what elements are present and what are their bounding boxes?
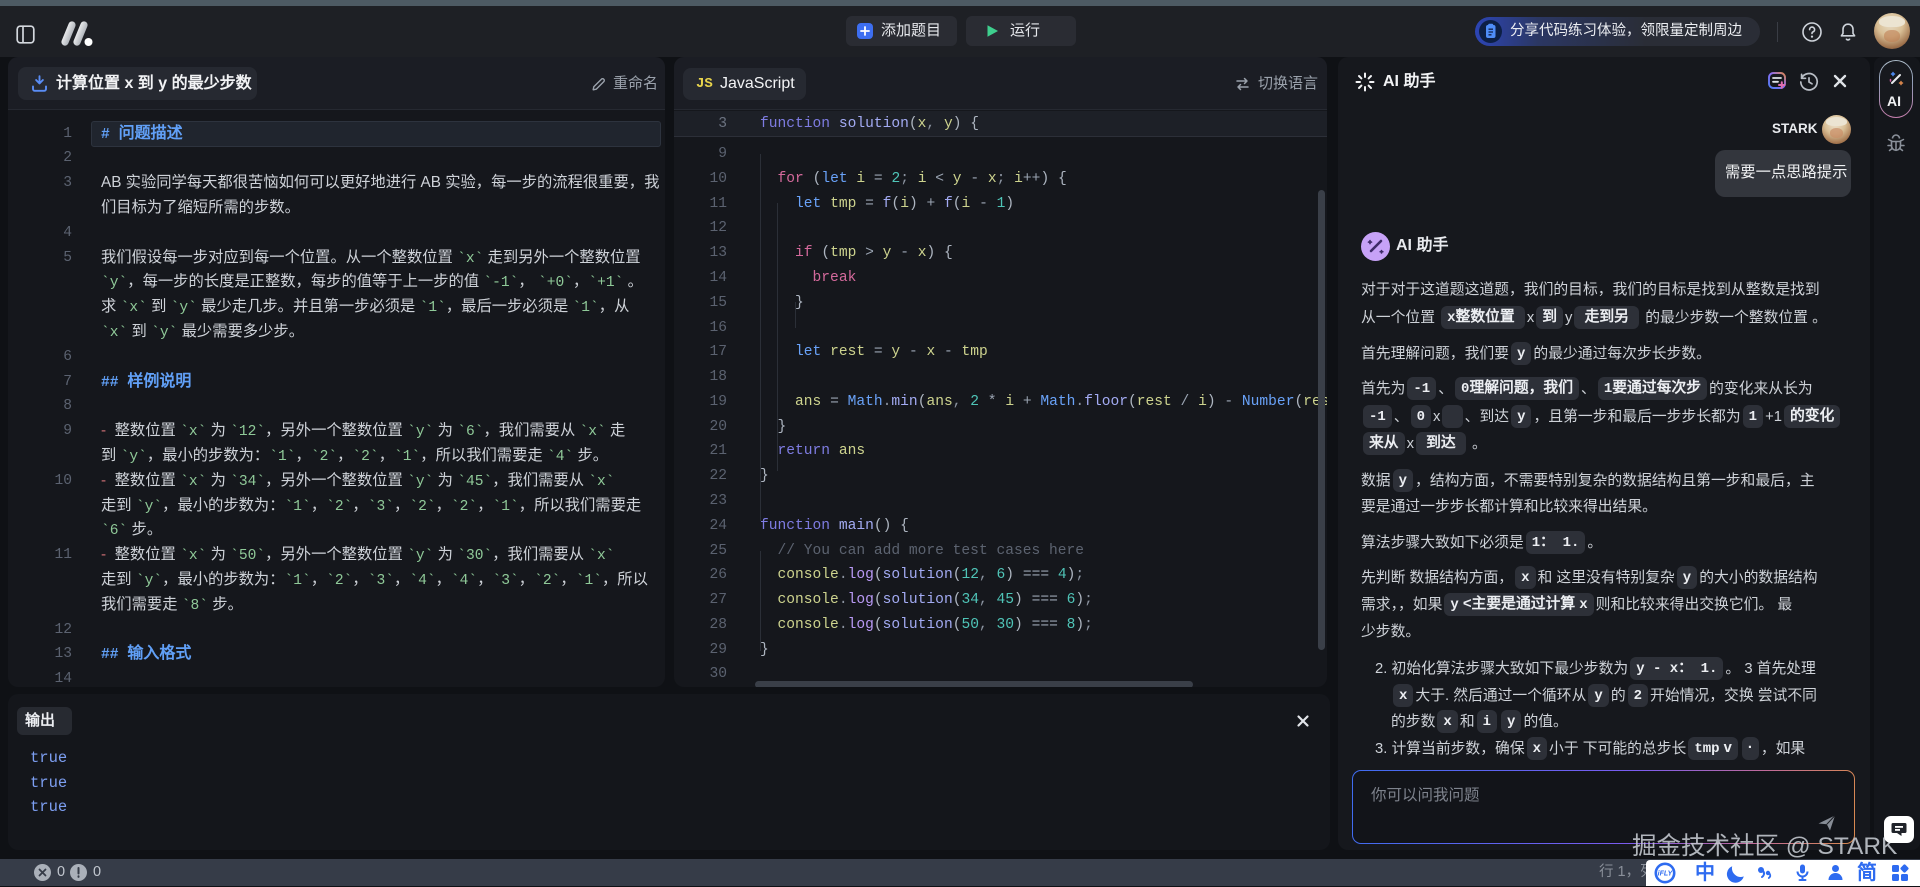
svg-text:iFLY: iFLY [1658,871,1674,878]
